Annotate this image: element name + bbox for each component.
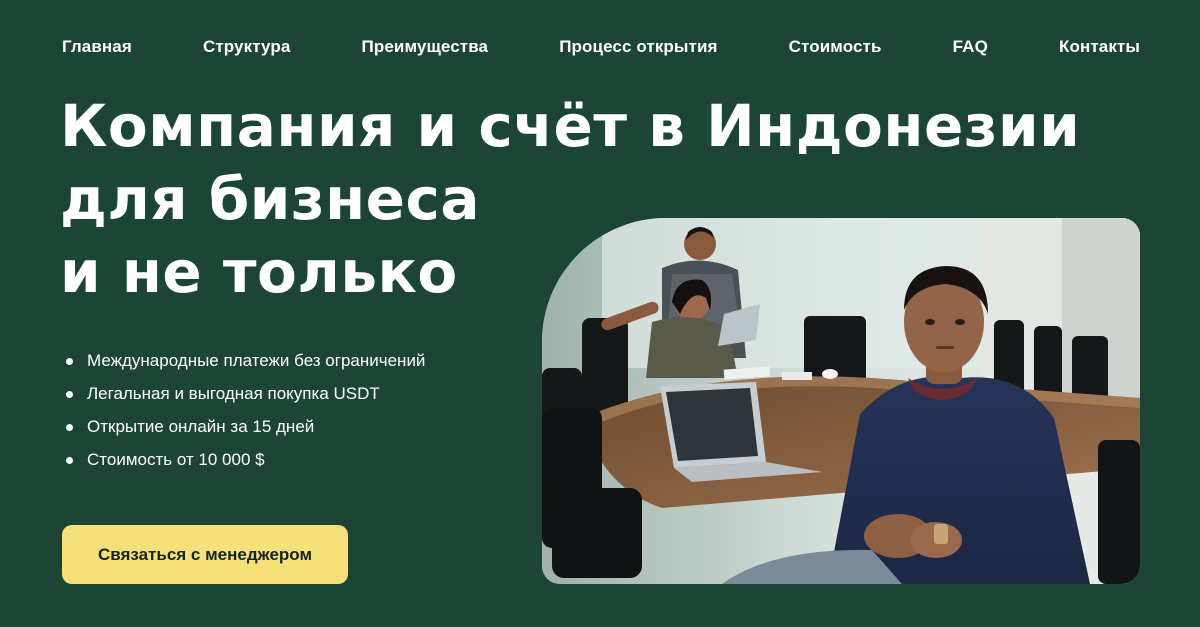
- feature-list: Международные платежи без ограничений Ле…: [66, 344, 425, 476]
- hero-photo: [542, 218, 1140, 584]
- contact-manager-button[interactable]: Связаться с менеджером: [62, 525, 348, 584]
- nav-link-process[interactable]: Процесс открытия: [559, 37, 717, 57]
- office-meeting-illustration: [542, 218, 1140, 584]
- nav-link-home[interactable]: Главная: [62, 37, 132, 57]
- feature-item: Международные платежи без ограничений: [66, 344, 425, 377]
- feature-item: Легальная и выгодная покупка USDT: [66, 377, 425, 410]
- nav-link-structure[interactable]: Структура: [203, 37, 290, 57]
- nav-link-pricing[interactable]: Стоимость: [789, 37, 882, 57]
- main-nav: Главная Структура Преимущества Процесс о…: [62, 36, 1140, 58]
- hero-title-line: Компания и счёт в Индонезии: [60, 92, 1081, 160]
- nav-link-advantages[interactable]: Преимущества: [362, 37, 489, 57]
- feature-item: Стоимость от 10 000 $: [66, 443, 425, 476]
- nav-link-contacts[interactable]: Контакты: [1059, 37, 1140, 57]
- feature-item: Открытие онлайн за 15 дней: [66, 410, 425, 443]
- nav-link-faq[interactable]: FAQ: [953, 37, 988, 57]
- landing-page: Главная Структура Преимущества Процесс о…: [0, 0, 1200, 627]
